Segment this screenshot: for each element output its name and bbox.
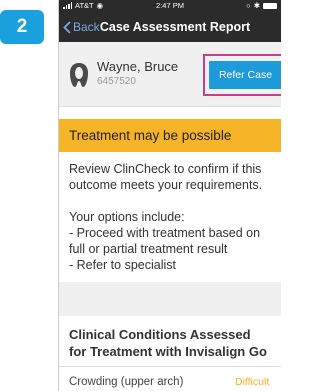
tooth-icon	[70, 63, 88, 87]
phone-screen: AT&T ◉ 2:47 PM ○ ✱ Back Case Assessment …	[58, 0, 281, 391]
patient-header: Wayne, Bruce 6457520 Refer Case	[59, 42, 281, 107]
page-title: Case Assessment Report	[99, 20, 251, 34]
patient-id: 6457520	[97, 76, 136, 87]
refer-case-highlight: Refer Case	[203, 54, 281, 96]
intro-text: Review ClinCheck to confirm if this outc…	[69, 162, 263, 192]
assessment-description: Review ClinCheck to confirm if this outc…	[59, 152, 281, 273]
step-number-badge: 2	[0, 10, 44, 44]
condition-row[interactable]: Crowding (upper arch) Difficult	[59, 367, 281, 391]
option-item: - Proceed with treatment based on full o…	[69, 226, 261, 256]
section-separator	[59, 282, 281, 316]
condition-status: Difficult	[235, 376, 270, 388]
bluetooth-icon: ✱	[253, 1, 260, 10]
option-item: - Refer to specialist	[69, 258, 176, 272]
options-heading: Your options include:	[69, 210, 185, 224]
alarm-icon: ○	[246, 1, 251, 10]
conditions-section-title: Clinical Conditions Assessed for Treatme…	[69, 327, 267, 359]
status-bar: AT&T ◉ 2:47 PM ○ ✱	[59, 0, 281, 12]
navigation-bar: Back Case Assessment Report	[59, 12, 281, 42]
refer-case-button[interactable]: Refer Case	[209, 61, 281, 89]
treatment-status-banner: Treatment may be possible	[59, 119, 281, 152]
condition-name: Crowding (upper arch)	[69, 376, 184, 388]
patient-name: Wayne, Bruce	[97, 59, 179, 74]
battery-icon	[263, 2, 277, 9]
